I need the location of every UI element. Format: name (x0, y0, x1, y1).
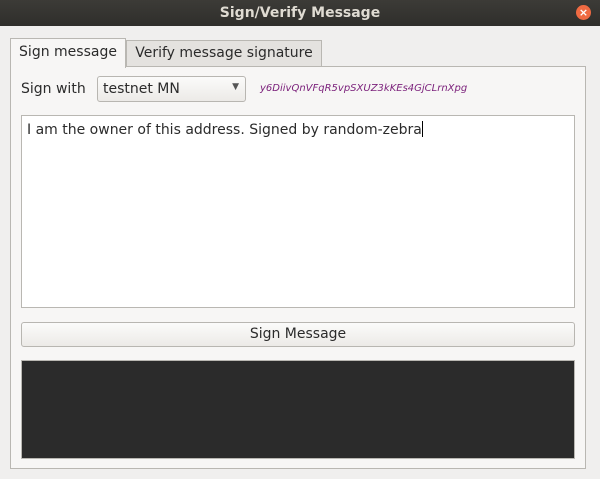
text-caret (421, 121, 423, 137)
sign-message-button[interactable]: Sign Message (21, 322, 575, 347)
account-select-value: testnet MN (103, 81, 180, 97)
title-bar: Sign/Verify Message × (0, 0, 600, 26)
close-icon[interactable]: × (576, 5, 591, 20)
chevron-down-icon: ▼ (232, 82, 239, 92)
sign-with-label: Sign with (21, 81, 86, 97)
window-title: Sign/Verify Message (219, 5, 381, 21)
message-input[interactable]: I am the owner of this address. Signed b… (21, 115, 575, 308)
tab-verify-message-signature[interactable]: Verify message signature (126, 40, 322, 66)
message-text: I am the owner of this address. Signed b… (27, 122, 422, 138)
account-select[interactable]: testnet MN ▼ (97, 76, 246, 102)
address-label: y6DiivQnVFqR5vpSXUZ3kKEs4GjCLrnXpg (260, 83, 468, 94)
signature-output[interactable] (21, 360, 575, 459)
tab-sign-message[interactable]: Sign message (10, 38, 126, 68)
